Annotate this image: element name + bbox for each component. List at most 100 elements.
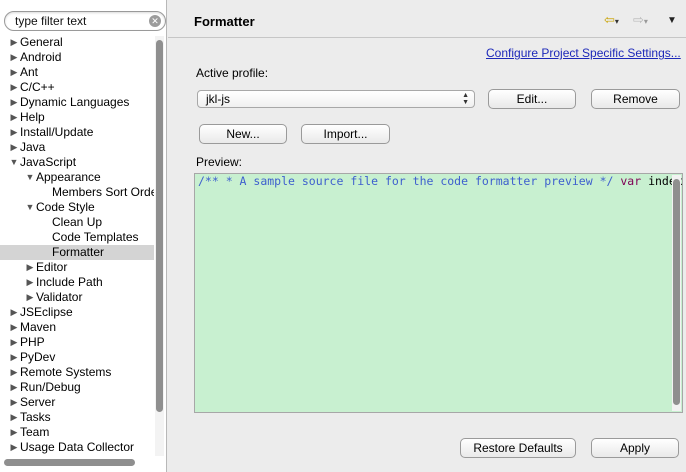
collapsed-twisty-icon[interactable]: ▶ (9, 110, 19, 125)
tree-item-label: Editor (36, 260, 68, 274)
tree-item[interactable]: ▶ General (0, 35, 154, 50)
tree-item-label: Ant (20, 65, 39, 79)
tree-item[interactable]: ▶ PyDev (0, 350, 154, 365)
tree-item-label: PHP (20, 335, 45, 349)
back-arrow-icon[interactable]: ⇦▾ (604, 12, 619, 28)
collapsed-twisty-icon[interactable]: ▶ (9, 80, 19, 95)
tree-item[interactable]: ▶ Validator (0, 290, 154, 305)
tree-item-label: Code Templates (52, 230, 139, 244)
tree-item[interactable]: ▶ Remote Systems (0, 365, 154, 380)
tree-item-label: Remote Systems (20, 365, 112, 379)
tree-item[interactable]: ▼ Appearance (0, 170, 154, 185)
tree-item[interactable]: ▶ Editor (0, 260, 154, 275)
collapsed-twisty-icon[interactable]: ▶ (9, 140, 19, 155)
import-profile-button[interactable]: Import... (301, 124, 390, 144)
tree-item[interactable]: ▶ Run/Debug (0, 380, 154, 395)
collapsed-twisty-icon[interactable]: ▶ (9, 395, 19, 410)
tree-item[interactable]: ▶ Usage Data Collector (0, 440, 154, 455)
forward-arrow-icon[interactable]: ⇨▾ (633, 12, 648, 28)
tree-item[interactable]: ▶ Java (0, 140, 154, 155)
tree-item[interactable]: ▶ Team (0, 425, 154, 440)
code-line: */ (593, 174, 614, 188)
new-profile-button[interactable]: New... (199, 124, 287, 144)
collapsed-twisty-icon[interactable]: ▶ (9, 305, 19, 320)
tree-item[interactable]: ▶ Install/Update (0, 125, 154, 140)
preview-vertical-scroll-thumb[interactable] (673, 179, 680, 405)
tree-item[interactable]: Code Templates (0, 230, 154, 245)
tree-item[interactable]: ▶ Help (0, 110, 154, 125)
code-token: /** (198, 174, 219, 188)
tree-item-label: Android (20, 50, 62, 64)
tree-item[interactable]: Clean Up (0, 215, 154, 230)
tree-item[interactable]: ▶ JSEclipse (0, 305, 154, 320)
tree-horizontal-scrollbar[interactable] (0, 457, 165, 466)
tree-item[interactable]: ▶ Include Path (0, 275, 154, 290)
collapsed-twisty-icon[interactable]: ▶ (9, 335, 19, 350)
tree-item-label: General (20, 35, 63, 49)
collapsed-twisty-icon[interactable]: ▶ (25, 275, 35, 290)
edit-profile-button[interactable]: Edit... (488, 89, 576, 109)
code-preview-text: /** * A sample source file for the code … (198, 174, 682, 189)
collapsed-twisty-icon[interactable]: ▶ (25, 290, 35, 305)
tree-item[interactable]: ▶ C/C++ (0, 80, 154, 95)
expanded-twisty-icon[interactable]: ▼ (9, 155, 19, 170)
tree-item-label: Validator (36, 290, 83, 304)
restore-defaults-button[interactable]: Restore Defaults (460, 438, 576, 458)
filter-input-text[interactable]: type filter text (15, 14, 86, 28)
clear-filter-icon[interactable]: ✕ (149, 15, 161, 27)
page-title: Formatter (194, 14, 255, 29)
collapsed-twisty-icon[interactable]: ▶ (9, 65, 19, 80)
code-token: * A sample source file for the code form… (218, 174, 593, 188)
preferences-tree: ▶ General ▶ Android ▶ Ant ▶ C/C++ ▶ Dynamic Langu… (0, 35, 157, 455)
tree-item-label: Code Style (36, 200, 95, 214)
tree-item-label: Install/Update (20, 125, 94, 139)
collapsed-twisty-icon[interactable]: ▶ (9, 125, 19, 140)
tree-item[interactable]: ▶ Ant (0, 65, 154, 80)
collapsed-twisty-icon[interactable]: ▶ (9, 425, 19, 440)
tree-item[interactable]: Formatter (0, 245, 154, 260)
tree-item-label: PyDev (20, 350, 56, 364)
code-line: /** (198, 174, 219, 188)
filter-input[interactable]: type filter text ✕ (4, 11, 166, 31)
page-header: Formatter ⇦▾ ⇨▾ ▼ (168, 0, 686, 38)
tree-item-label: Run/Debug (20, 380, 81, 394)
collapsed-twisty-icon[interactable]: ▶ (9, 365, 19, 380)
collapsed-twisty-icon[interactable]: ▶ (9, 380, 19, 395)
preview-vertical-scrollbar[interactable] (672, 175, 681, 411)
tree-horizontal-scroll-thumb[interactable] (4, 459, 135, 466)
view-menu-icon[interactable]: ▼ (667, 15, 677, 26)
active-profile-select[interactable]: jkl-js ▲ ▼ (197, 90, 475, 108)
active-profile-value: jkl-js (206, 92, 230, 106)
collapsed-twisty-icon[interactable]: ▶ (9, 50, 19, 65)
remove-profile-button[interactable]: Remove (591, 89, 680, 109)
tree-vertical-scroll-thumb[interactable] (156, 40, 163, 412)
collapsed-twisty-icon[interactable]: ▶ (9, 320, 19, 335)
collapsed-twisty-icon[interactable]: ▶ (9, 95, 19, 110)
expanded-twisty-icon[interactable]: ▼ (25, 170, 35, 185)
collapsed-twisty-icon[interactable]: ▶ (9, 350, 19, 365)
collapsed-twisty-icon[interactable]: ▶ (25, 260, 35, 275)
tree-item-label: Clean Up (52, 215, 103, 229)
code-preview[interactable]: /** * A sample source file for the code … (194, 173, 683, 413)
expanded-twisty-icon[interactable]: ▼ (25, 200, 35, 215)
tree-vertical-scrollbar[interactable] (155, 36, 164, 456)
tree-item[interactable]: ▶ Dynamic Languages (0, 95, 154, 110)
tree-item[interactable]: ▼ JavaScript (0, 155, 154, 170)
tree-item-label: C/C++ (20, 80, 55, 94)
tree-item[interactable]: ▶ Maven (0, 320, 154, 335)
tree-item[interactable]: Members Sort Order (0, 185, 154, 200)
tree-item-label: Help (20, 110, 45, 124)
tree-item[interactable]: ▶ Tasks (0, 410, 154, 425)
tree-item[interactable]: ▼ Code Style (0, 200, 154, 215)
tree-item[interactable]: ▶ PHP (0, 335, 154, 350)
tree-item-label: Java (20, 140, 46, 154)
collapsed-twisty-icon[interactable]: ▶ (9, 440, 19, 455)
apply-button[interactable]: Apply (591, 438, 679, 458)
tree-item-label: Members Sort Order (52, 185, 154, 199)
configure-project-specific-settings-link[interactable]: Configure Project Specific Settings... (486, 46, 681, 60)
collapsed-twisty-icon[interactable]: ▶ (9, 35, 19, 50)
select-arrows-icon: ▲ ▼ (462, 92, 469, 106)
collapsed-twisty-icon[interactable]: ▶ (9, 410, 19, 425)
tree-item[interactable]: ▶ Android (0, 50, 154, 65)
tree-item[interactable]: ▶ Server (0, 395, 154, 410)
